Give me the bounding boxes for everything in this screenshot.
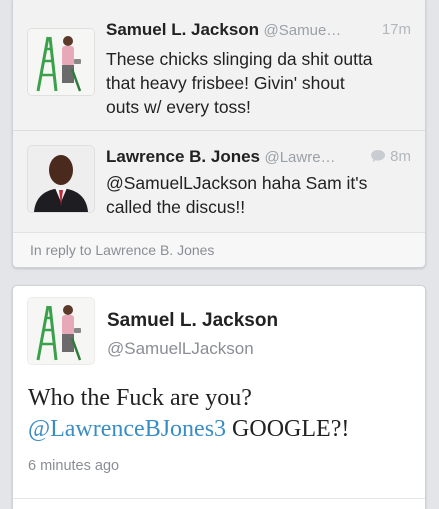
- twitter-screen: Samuel L. Jackson @Samue… 17m These chic…: [0, 0, 439, 509]
- conversation-thread: Samuel L. Jackson @Samue… 17m These chic…: [12, 0, 426, 268]
- tweet-text-line: Who the Fuck are you?: [28, 385, 252, 411]
- tweet-text-line: that heavy frisbee! Givin' shout: [106, 73, 345, 93]
- tweet-time: 17m: [381, 21, 411, 38]
- tweet-text: These chicks slinging da shit outta that…: [106, 47, 415, 119]
- person-on-ladder-icon: [28, 298, 94, 364]
- divider: [13, 498, 425, 499]
- tweet-time: 8m: [390, 148, 411, 165]
- author-handle[interactable]: @SamuelLJackson: [107, 339, 254, 359]
- author-handle[interactable]: @Lawre…: [264, 149, 335, 166]
- thread-tweet[interactable]: Lawrence B. Jones @Lawre… 8m @SamuelLJac…: [13, 131, 425, 232]
- thread-tweet[interactable]: Samuel L. Jackson @Samue… 17m These chic…: [13, 0, 425, 131]
- tweet-timestamp: 6 minutes ago: [28, 458, 120, 474]
- in-reply-to-row[interactable]: In reply to Lawrence B. Jones: [13, 232, 425, 267]
- tweet-text: Who the Fuck are you? @LawrenceBJones3 G…: [28, 383, 413, 445]
- focused-tweet-card: Samuel L. Jackson @SamuelLJackson Who th…: [12, 285, 426, 509]
- in-reply-to-label: In reply to Lawrence B. Jones: [30, 242, 215, 258]
- tweet-text-line: These chicks slinging da shit outta: [106, 49, 373, 69]
- man-in-suit-icon: [28, 146, 94, 212]
- tweet-text-line: @SamuelLJackson haha Sam it's: [106, 173, 368, 193]
- author-name[interactable]: Lawrence B. Jones: [106, 147, 260, 166]
- tweet-text-rest: GOOGLE?!: [226, 416, 350, 442]
- tweet-text-line: outs w/ every toss!: [106, 97, 251, 117]
- author-handle[interactable]: @Samue…: [264, 22, 342, 39]
- tweet-text-line: called the discus!!: [106, 197, 246, 217]
- mention-link[interactable]: @LawrenceBJones3: [28, 416, 226, 442]
- author-name[interactable]: Samuel L. Jackson: [107, 310, 278, 332]
- samuel-avatar[interactable]: [28, 298, 94, 364]
- person-on-ladder-icon: [28, 29, 94, 95]
- speech-bubble-icon: [371, 150, 386, 162]
- tweet-text-line: @LawrenceBJones3 GOOGLE?!: [28, 414, 413, 445]
- tweet-header: Samuel L. Jackson @Samue… 17m: [106, 20, 411, 42]
- tweet-header: Lawrence B. Jones @Lawre… 8m: [106, 147, 411, 169]
- author-name[interactable]: Samuel L. Jackson: [106, 20, 259, 39]
- tweet-text: @SamuelLJackson haha Sam it's called the…: [106, 171, 415, 219]
- lawrence-avatar[interactable]: [28, 146, 94, 212]
- tweet-time-container: 8m: [370, 148, 411, 165]
- samuel-avatar[interactable]: [28, 29, 94, 95]
